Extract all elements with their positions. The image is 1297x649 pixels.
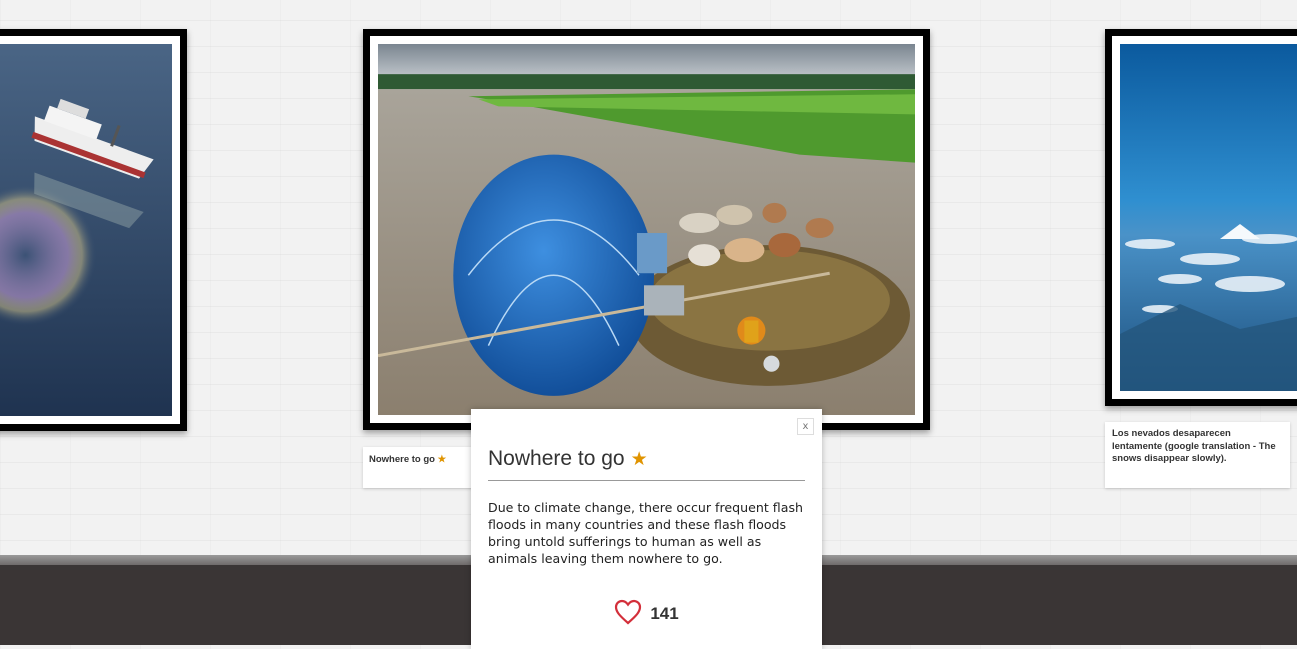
- artwork-frame-snows[interactable]: [1105, 29, 1297, 406]
- star-icon: ★: [437, 454, 447, 465]
- artwork-image-snows: [1120, 44, 1297, 391]
- close-button[interactable]: x: [797, 418, 814, 435]
- star-icon: ★: [630, 449, 648, 470]
- artwork-mat: [370, 36, 923, 423]
- artwork-label-title: Nowhere to go: [369, 454, 435, 465]
- like-control: 141: [471, 599, 822, 625]
- modal-title-text: Nowhere to go: [488, 447, 625, 470]
- heart-icon[interactable]: [614, 599, 642, 625]
- artwork-frame-nowhere-to-go[interactable]: [363, 29, 930, 430]
- like-count: 141: [650, 604, 679, 623]
- artwork-description: Due to climate change, there occur frequ…: [488, 500, 803, 566]
- artwork-label-snows[interactable]: Los nevados desaparecen lentamente (goog…: [1105, 422, 1290, 488]
- artwork-image-boat: [0, 44, 172, 416]
- artwork-mat: [0, 36, 180, 424]
- modal-title: Nowhere to go ★: [488, 447, 805, 481]
- artwork-label-nowhere-to-go[interactable]: Nowhere to go ★: [363, 447, 473, 488]
- artwork-mat: [1112, 36, 1297, 399]
- artwork-label-title: Los nevados desaparecen lentamente (goog…: [1112, 428, 1276, 464]
- artwork-image-flood: [378, 44, 915, 415]
- artwork-frame-boat[interactable]: [0, 29, 187, 431]
- artwork-detail-modal: x Nowhere to go ★ Due to climate change, …: [471, 409, 822, 649]
